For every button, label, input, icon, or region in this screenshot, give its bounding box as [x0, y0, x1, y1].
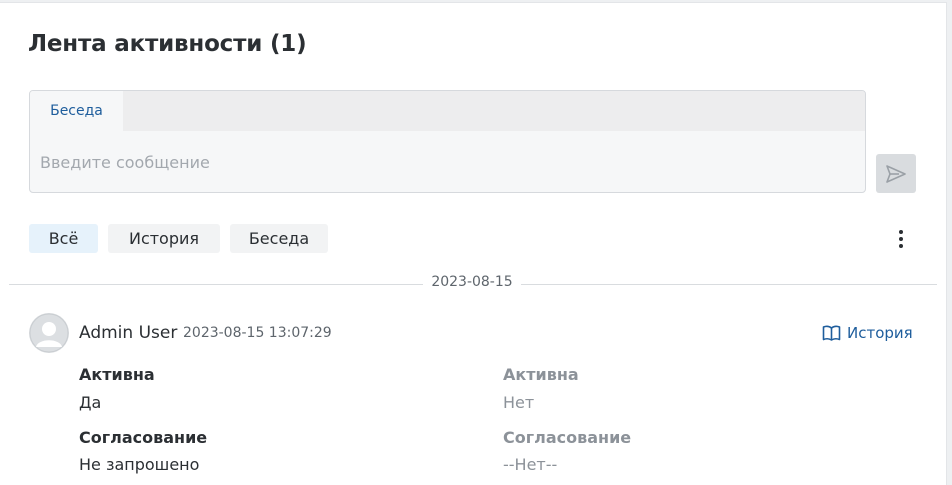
field-label-previous: Согласование	[503, 428, 632, 447]
date-separator-line-left	[9, 284, 423, 285]
activity-stream-panel: Лента активности (1) Беседа Всё История …	[0, 2, 947, 485]
field-label: Активна	[79, 365, 155, 384]
user-icon	[29, 313, 69, 353]
field-label: Согласование	[79, 428, 208, 447]
book-icon	[822, 325, 841, 341]
date-separator-line-right	[521, 284, 937, 285]
message-input[interactable]	[30, 131, 865, 192]
avatar	[29, 313, 69, 353]
more-options-button[interactable]	[890, 225, 912, 253]
composer-tabs: Беседа	[30, 91, 865, 131]
date-separator: 2023-08-15	[431, 274, 513, 290]
field-new-value: Да	[79, 393, 102, 412]
history-link-label: История	[847, 324, 913, 342]
field-new-value: Не запрошено	[79, 455, 200, 474]
filter-history[interactable]: История	[108, 224, 220, 253]
filter-all[interactable]: Всё	[29, 224, 98, 253]
send-icon	[886, 164, 906, 183]
field-old-value: --Нет--	[503, 455, 558, 474]
field-old-value: Нет	[503, 393, 535, 412]
entry-timestamp: 2023-08-15 13:07:29	[183, 325, 332, 341]
more-vertical-icon	[899, 230, 903, 234]
tab-conversation[interactable]: Беседа	[30, 91, 123, 131]
entry-author[interactable]: Admin User	[79, 323, 177, 343]
send-button[interactable]	[876, 154, 916, 193]
field-label-previous: Активна	[503, 365, 579, 384]
message-composer: Беседа	[29, 90, 866, 193]
history-link[interactable]: История	[822, 324, 913, 342]
page-title: Лента активности (1)	[28, 31, 307, 57]
filter-conversation[interactable]: Беседа	[230, 224, 328, 253]
